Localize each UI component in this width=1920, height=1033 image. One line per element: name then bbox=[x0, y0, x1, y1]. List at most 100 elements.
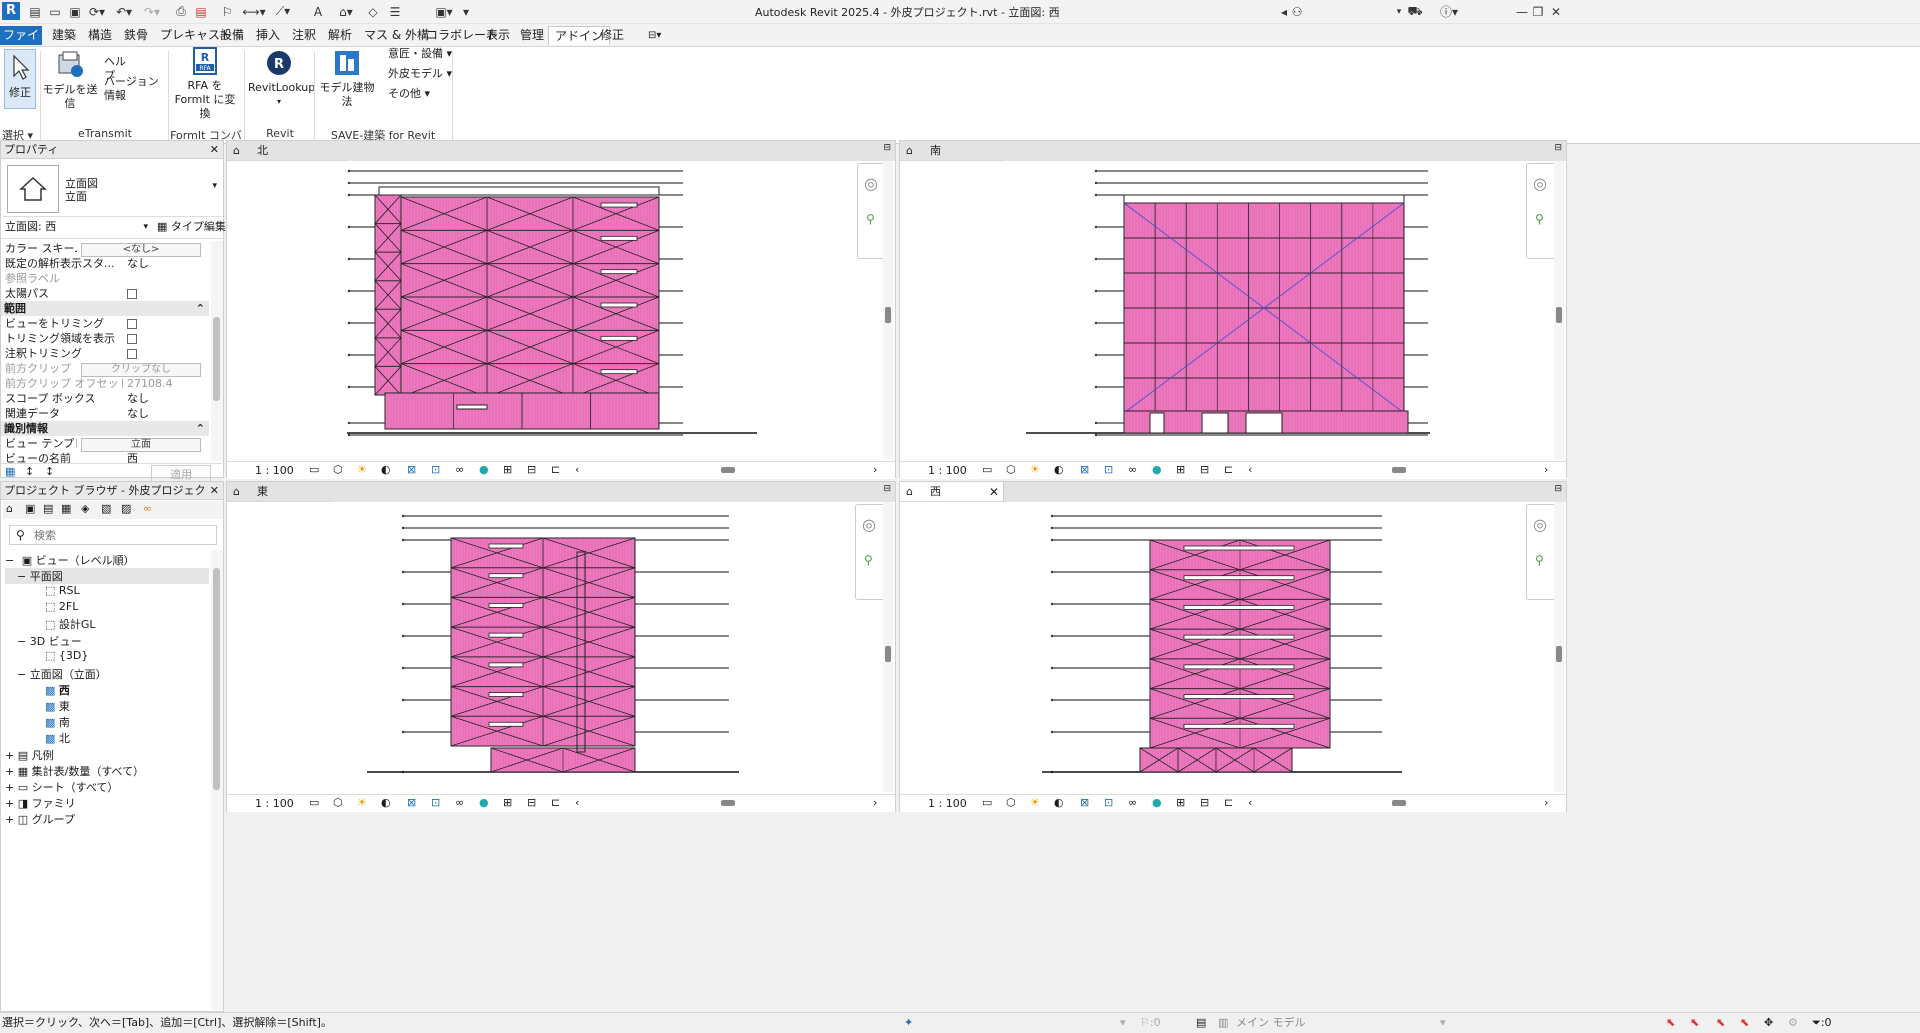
view-east[interactable]: ⌂ 東 ⊟ ◎ ⚲ 1 : 100 ▭ ⬡ ☀ ◐ ⊠ ⊡ ∞ ● ⊞ ⊟ ⊏ ‹… bbox=[226, 481, 896, 812]
property-button[interactable]: クリップなし bbox=[81, 363, 201, 377]
view-tab-east[interactable]: ⌂ 東 bbox=[227, 482, 331, 502]
tree-legends[interactable]: + ▤ 凡例 bbox=[5, 747, 54, 763]
property-row[interactable]: ビューをトリミング bbox=[5, 316, 201, 331]
tree-item-rsl[interactable]: ⬚ RSL bbox=[45, 584, 80, 597]
view-scrollbar-v[interactable] bbox=[1554, 502, 1564, 792]
sun-path-icon[interactable]: ☀ bbox=[357, 796, 367, 809]
select-pinned-icon[interactable]: ⬉ bbox=[1716, 1013, 1725, 1033]
steering-wheel-icon[interactable]: ◎ bbox=[864, 174, 878, 193]
tab-steel[interactable]: 鉄骨 bbox=[118, 26, 154, 45]
tree-item-north[interactable]: ▩ 北 bbox=[45, 730, 70, 746]
drag-elements-icon[interactable]: ✥ bbox=[1764, 1013, 1773, 1033]
browser-scrollbar[interactable] bbox=[211, 550, 223, 1010]
families-filter-icon[interactable]: ◈ bbox=[81, 502, 89, 515]
view-tab-north[interactable]: ⌂ 北 bbox=[227, 141, 347, 161]
chevron-down-icon[interactable]: ▾ bbox=[212, 181, 217, 191]
workset-icon[interactable]: ✦ bbox=[904, 1013, 913, 1033]
tree-schedules[interactable]: + ▦ 集計表/数量（すべて） bbox=[5, 763, 144, 779]
hidden-elements-icon[interactable]: ● bbox=[479, 796, 489, 809]
property-value[interactable] bbox=[123, 331, 201, 346]
links-filter-icon[interactable]: ▨ bbox=[121, 502, 131, 515]
show-crop-icon[interactable]: ⊡ bbox=[431, 796, 440, 809]
sun-path-icon[interactable]: ☀ bbox=[1030, 796, 1040, 809]
visual-style-icon[interactable]: ⬡ bbox=[333, 463, 343, 476]
dimension-icon[interactable]: ⟷▾ bbox=[242, 3, 266, 20]
crop-icon[interactable]: ⊠ bbox=[1080, 463, 1089, 476]
property-row[interactable]: 注釈トリミング bbox=[5, 346, 201, 361]
view-tab-south[interactable]: ⌂ 南 bbox=[900, 141, 1004, 161]
property-row[interactable]: 参照ラベル bbox=[5, 271, 201, 286]
property-row[interactable]: 関連データ なし bbox=[5, 406, 201, 421]
temp-hide-icon[interactable]: ∞ bbox=[455, 463, 464, 476]
scroll-thumb-h[interactable] bbox=[1392, 800, 1406, 806]
property-value[interactable]: なし bbox=[123, 391, 201, 406]
scroll-thumb[interactable] bbox=[885, 646, 891, 662]
chevron-right-icon[interactable]: › bbox=[873, 463, 877, 476]
view-scrollbar-v[interactable] bbox=[883, 161, 893, 459]
properties-scrollbar[interactable] bbox=[211, 241, 223, 461]
visual-style-icon[interactable]: ⬡ bbox=[1006, 796, 1016, 809]
hidden-elements-icon[interactable]: ● bbox=[1152, 796, 1162, 809]
scale-label[interactable]: 1 : 100 bbox=[928, 797, 967, 810]
main-model-label[interactable]: メイン モデル bbox=[1236, 1013, 1306, 1033]
tab-view[interactable]: 表示 bbox=[480, 26, 516, 45]
tree-item-south[interactable]: ▩ 南 bbox=[45, 714, 70, 730]
west-elevation-drawing[interactable] bbox=[1030, 508, 1430, 788]
tab-analyze[interactable]: 解析 bbox=[322, 26, 358, 45]
chevron-left-icon[interactable]: ‹ bbox=[575, 463, 579, 476]
sync-icon[interactable]: ⟳▾ bbox=[86, 3, 108, 20]
filter-icon[interactable]: ⏷:0 bbox=[1812, 1013, 1832, 1033]
steering-wheel-icon[interactable]: ◎ bbox=[1533, 515, 1547, 534]
scroll-thumb-h[interactable] bbox=[721, 800, 735, 806]
shadows-icon[interactable]: ◐ bbox=[1054, 463, 1064, 476]
type-selector[interactable]: 立面図 立面 ▾ bbox=[3, 161, 221, 217]
temp-hide-icon[interactable]: ∞ bbox=[1128, 463, 1137, 476]
zoom-icon[interactable]: ⚲ bbox=[866, 212, 875, 226]
view-menu-icon[interactable]: ⊟ bbox=[1554, 484, 1562, 494]
show-crop-icon[interactable]: ⊡ bbox=[1104, 463, 1113, 476]
editable-only-icon[interactable]: ⚐:0 bbox=[1140, 1013, 1161, 1033]
other-dropdown[interactable]: その他 ▾ bbox=[388, 87, 430, 101]
background-process-icon[interactable]: ⚙ bbox=[1788, 1013, 1798, 1033]
property-value[interactable] bbox=[123, 271, 201, 286]
text-icon[interactable]: A bbox=[310, 3, 326, 20]
3d-view-icon[interactable]: ⌂▾ bbox=[334, 3, 358, 20]
view-menu-icon[interactable]: ⊟ bbox=[883, 484, 891, 494]
detail-level-icon[interactable]: ▭ bbox=[982, 796, 992, 809]
constraints-icon[interactable]: ⊏ bbox=[1224, 796, 1233, 809]
property-value[interactable] bbox=[123, 346, 201, 361]
edit-type-button[interactable]: ▦ タイプ編集 bbox=[157, 219, 226, 235]
scroll-thumb[interactable] bbox=[1556, 646, 1562, 662]
analytical-model-icon[interactable]: ⊟ bbox=[1200, 796, 1209, 809]
property-row[interactable]: スコープ ボックス なし bbox=[5, 391, 201, 406]
tree-item-3d[interactable]: ⬚ {3D} bbox=[45, 649, 88, 662]
revitlookup-button[interactable]: R RevitLookup ▾ bbox=[248, 49, 315, 109]
scroll-thumb-h[interactable] bbox=[721, 467, 735, 473]
tab-systems[interactable]: 設備 bbox=[214, 26, 250, 45]
select-by-face-icon[interactable]: ⬉ bbox=[1740, 1013, 1749, 1033]
switch-windows-icon[interactable]: ▣▾ bbox=[430, 3, 458, 20]
east-elevation-drawing[interactable] bbox=[367, 508, 767, 788]
design-options-icon[interactable]: ▤ bbox=[1196, 1013, 1206, 1033]
tree-groups[interactable]: + ◫ グループ bbox=[5, 811, 75, 827]
property-value[interactable]: クリップなし bbox=[77, 361, 201, 377]
exterior-model-dropdown[interactable]: 外皮モデル ▾ bbox=[388, 67, 452, 81]
detail-level-icon[interactable]: ▭ bbox=[309, 796, 319, 809]
detail-level-icon[interactable]: ▭ bbox=[309, 463, 319, 476]
view-north[interactable]: ⌂ 北 ⊟ ◎ ⚲ 1 : 100 ▭ ⬡ ☀ ◐ ⊠ ⊡ ∞ ● ⊞ ⊟ ⊏ ‹… bbox=[226, 140, 896, 479]
hidden-elements-icon[interactable]: ● bbox=[1152, 463, 1162, 476]
chevron-left-icon[interactable]: ‹ bbox=[1248, 463, 1252, 476]
view-west[interactable]: ⌂ 西 ✕ ⊟ ◎ ⚲ 1 : 100 ▭ ⬡ ☀ ◐ ⊠ ⊡ ∞ ● ⊞ ⊟ ⊏… bbox=[899, 481, 1567, 812]
save-icon[interactable]: ▣ bbox=[66, 3, 84, 20]
view-scrollbar-v[interactable] bbox=[1554, 161, 1564, 459]
model-building-law-button[interactable]: モデル建物法 bbox=[316, 49, 378, 109]
tree-item-design-gl[interactable]: ⬚ 設計GL bbox=[45, 616, 96, 632]
tree-item-west[interactable]: ▩ 西 bbox=[45, 682, 70, 698]
constraints-icon[interactable]: ⊏ bbox=[551, 463, 560, 476]
checkbox[interactable] bbox=[127, 349, 137, 359]
crop-icon[interactable]: ⊠ bbox=[407, 796, 416, 809]
dropdown-icon[interactable]: ▾ bbox=[1440, 1013, 1446, 1033]
sheets-filter-icon[interactable]: ▤ bbox=[43, 502, 53, 515]
tree-families[interactable]: + ◨ ファミリ bbox=[5, 795, 76, 811]
tree-item-2fl[interactable]: ⬚ 2FL bbox=[45, 600, 78, 613]
